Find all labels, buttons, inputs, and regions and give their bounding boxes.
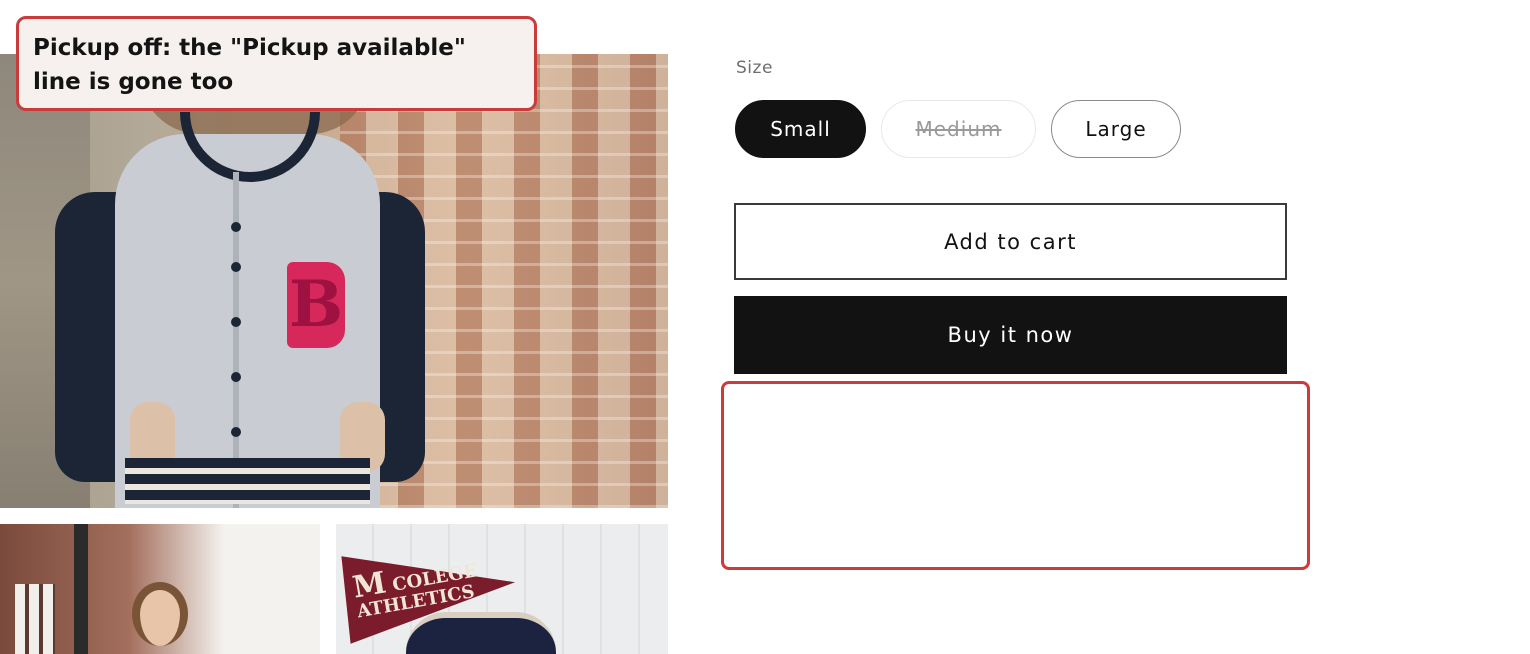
product-main-image[interactable]: B xyxy=(0,54,668,508)
jacket-button xyxy=(231,372,241,382)
street-lamp-pole xyxy=(74,524,88,654)
jacket-button xyxy=(231,222,241,232)
product-page: B M COLEGE ATHLETICS Size Small Medium L… xyxy=(0,0,1530,654)
model-portrait xyxy=(132,582,188,646)
size-option-small[interactable]: Small xyxy=(735,100,866,158)
varsity-jacket: B xyxy=(55,112,430,508)
jacket-striped-hem xyxy=(125,458,370,504)
folded-varsity-jacket xyxy=(406,612,556,654)
chenille-letter-patch: B xyxy=(287,262,345,348)
annotation-line-1: Pickup off: the "Pickup available" xyxy=(33,35,466,61)
building-windows xyxy=(15,584,55,654)
jacket-button xyxy=(231,262,241,272)
product-thumbnail-2[interactable]: M COLEGE ATHLETICS xyxy=(336,524,668,654)
size-option-medium[interactable]: Medium xyxy=(881,100,1036,158)
buy-it-now-button[interactable]: Buy it now xyxy=(734,296,1287,374)
annotation-callout: Pickup off: the "Pickup available" line … xyxy=(16,16,537,111)
annotation-line-2: line is gone too xyxy=(33,69,234,95)
add-to-cart-button[interactable]: Add to cart xyxy=(734,203,1287,280)
size-label: Size xyxy=(736,58,773,78)
pickup-availability-highlight xyxy=(721,381,1310,570)
size-option-large[interactable]: Large xyxy=(1051,100,1181,158)
jacket-button xyxy=(231,317,241,327)
product-thumbnail-1[interactable] xyxy=(0,524,320,654)
jacket-button xyxy=(231,427,241,437)
